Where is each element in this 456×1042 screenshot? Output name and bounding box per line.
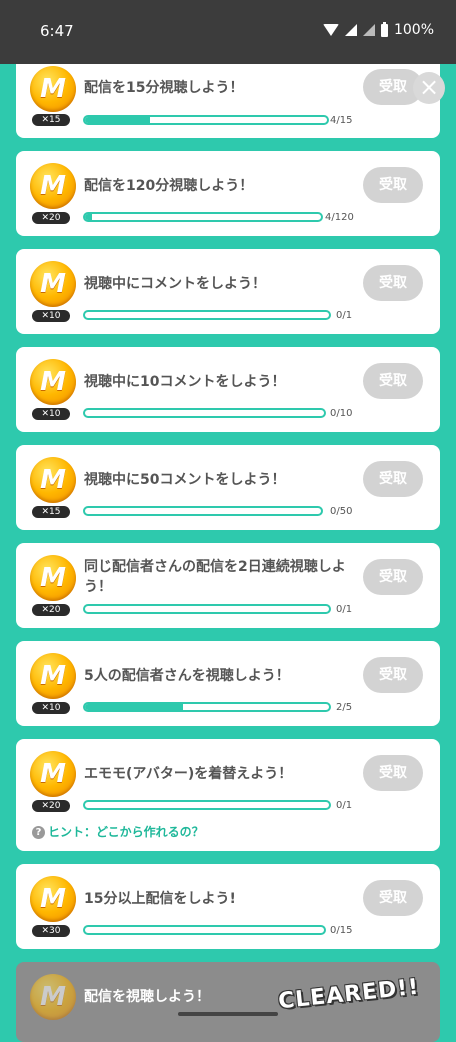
progress-count: 0/50 [330,506,353,517]
mission-card: M ✕20 配信を120分視聴しよう！ 4/120 受取 [16,151,440,236]
reward-multiplier: ✕20 [32,800,70,812]
hint-text: ヒント：どこから作れるの？ [48,825,204,839]
mission-card: M ✕20 エモモ(アバター)を着替えよう！ 0/1 受取 ? ヒント：どこから作… [16,739,440,851]
reward-multiplier: ✕10 [32,310,70,322]
mission-title: 15分以上配信をしよう! [84,891,236,907]
home-indicator [178,1012,278,1016]
progress-count: 0/1 [336,604,353,615]
progress-bar [83,115,329,125]
close-icon: × [418,73,440,101]
claim-button[interactable]: 受取 [363,755,423,791]
reward-multiplier: ✕30 [32,925,70,937]
mission-card-cleared: M 配信を視聴しよう！ CLEARED!! [16,962,440,1042]
progress-count: 0/1 [336,800,353,811]
signal-icon-2 [362,24,375,36]
reward-multiplier: ✕15 [32,506,70,518]
coin-icon: M [30,457,76,503]
mission-card: M ✕30 15分以上配信をしよう! 0/15 受取 [16,864,440,949]
reward-multiplier: ✕15 [32,114,70,126]
coin-icon: M [30,261,76,307]
mission-title: 配信を120分視聴しよう！ [84,178,254,194]
coin-icon: M [30,751,76,797]
progress-fill [85,117,151,123]
progress-count: 4/120 [325,212,354,223]
coin-icon: M [30,653,76,699]
reward-multiplier: ✕10 [32,408,70,420]
claim-button[interactable]: 受取 [363,265,423,301]
mission-title: 5人の配信者さんを視聴しよう！ [84,668,290,684]
progress-count: 2/5 [336,702,353,713]
status-icons: 100% [322,21,434,38]
mission-card: M ✕20 同じ配信者さんの配信を2日連続視聴しよう！ 0/1 受取 [16,543,440,628]
cleared-badge: CLEARED!! [277,974,421,1015]
claim-button[interactable]: 受取 [363,363,423,399]
progress-bar [83,800,331,810]
battery-percent: 100% [393,22,434,38]
wifi-icon [322,24,339,36]
progress-bar [83,925,326,935]
mission-card: M ✕10 視聴中に10コメントをしよう！ 0/10 受取 [16,347,440,432]
progress-count: 0/1 [336,310,353,321]
coin-icon: M [30,974,76,1020]
progress-fill [85,214,93,220]
coin-icon: M [30,66,76,112]
claim-button[interactable]: 受取 [363,880,423,916]
reward-multiplier: ✕20 [32,604,70,616]
coin-icon: M [30,555,76,601]
progress-bar [83,408,326,418]
progress-fill [85,704,183,710]
mission-title: 視聴中にコメントをしよう！ [84,276,266,292]
coin-icon: M [30,876,76,922]
coin-icon: M [30,163,76,209]
mission-title: 視聴中に10コメントをしよう！ [84,374,286,390]
mission-title: エモモ(アバター)を着替えよう！ [84,766,293,782]
close-button[interactable]: × [413,72,445,104]
mission-title: 同じ配信者さんの配信を2日連続視聴しよう！ [84,559,346,595]
progress-bar [83,212,323,222]
claim-button[interactable]: 受取 [363,559,423,595]
progress-bar [83,310,331,320]
battery-icon [380,21,388,37]
mission-title: 配信を15分視聴しよう！ [84,80,244,96]
status-time: 6:47 [40,22,74,40]
claim-button[interactable]: 受取 [363,657,423,693]
progress-bar [83,604,331,614]
progress-count: 4/15 [330,115,353,126]
hint-link[interactable]: ? ヒント：どこから作れるの？ [32,823,204,840]
mission-card: M ✕10 5人の配信者さんを視聴しよう！ 2/5 受取 [16,641,440,726]
signal-icon [344,24,357,36]
progress-count: 0/10 [330,408,353,419]
progress-count: 0/15 [330,925,353,936]
progress-bar [83,702,331,712]
status-bar: 6:47 100% [0,0,456,64]
reward-multiplier: ✕10 [32,702,70,714]
mission-card: M ✕10 視聴中にコメントをしよう！ 0/1 受取 [16,249,440,334]
question-icon: ? [32,826,45,839]
claim-button[interactable]: 受取 [363,461,423,497]
coin-icon: M [30,359,76,405]
claim-button[interactable]: 受取 [363,167,423,203]
reward-multiplier: ✕20 [32,212,70,224]
mission-title: 視聴中に50コメントをしよう！ [84,472,286,488]
mission-card: M ✕15 視聴中に50コメントをしよう！ 0/50 受取 [16,445,440,530]
progress-bar [83,506,323,516]
